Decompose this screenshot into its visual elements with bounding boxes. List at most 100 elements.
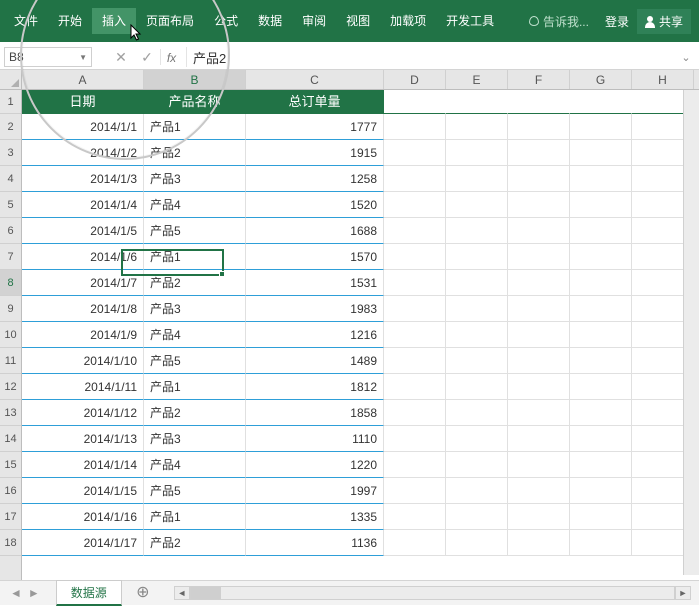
row-header-13[interactable]: 13 — [0, 400, 21, 426]
tab-加载项[interactable]: 加载项 — [380, 8, 436, 34]
cell-D5[interactable] — [384, 192, 446, 218]
cell-D11[interactable] — [384, 348, 446, 374]
cell-D10[interactable] — [384, 322, 446, 348]
cell-F14[interactable] — [508, 426, 570, 452]
cell-E14[interactable] — [446, 426, 508, 452]
row-header-12[interactable]: 12 — [0, 374, 21, 400]
cell-E5[interactable] — [446, 192, 508, 218]
row-header-18[interactable]: 18 — [0, 530, 21, 556]
login-button[interactable]: 登录 — [597, 13, 637, 30]
row-header-4[interactable]: 4 — [0, 166, 21, 192]
tab-公式[interactable]: 公式 — [204, 8, 248, 34]
cell-B18[interactable]: 产品2 — [144, 530, 246, 556]
cell-E16[interactable] — [446, 478, 508, 504]
cell-B12[interactable]: 产品1 — [144, 374, 246, 400]
cell-D3[interactable] — [384, 140, 446, 166]
col-header-B[interactable]: B — [144, 70, 246, 89]
cell-B16[interactable]: 产品5 — [144, 478, 246, 504]
cell-B8[interactable]: 产品2 — [144, 270, 246, 296]
cell-B9[interactable]: 产品3 — [144, 296, 246, 322]
cell-D13[interactable] — [384, 400, 446, 426]
row-header-11[interactable]: 11 — [0, 348, 21, 374]
tab-数据[interactable]: 数据 — [248, 8, 292, 34]
header-cell-C[interactable]: 总订单量 — [246, 90, 384, 114]
new-sheet-button[interactable]: ⊕ — [132, 582, 154, 604]
row-header-5[interactable]: 5 — [0, 192, 21, 218]
tab-审阅[interactable]: 审阅 — [292, 8, 336, 34]
cell-G9[interactable] — [570, 296, 632, 322]
cell-B13[interactable]: 产品2 — [144, 400, 246, 426]
sheet-tab-active[interactable]: 数据源 — [56, 580, 122, 606]
col-header-A[interactable]: A — [22, 70, 144, 89]
cell-C15[interactable]: 1220 — [246, 452, 384, 478]
header-cell-B[interactable]: 产品名称 — [144, 90, 246, 114]
cell-C4[interactable]: 1258 — [246, 166, 384, 192]
cell-G8[interactable] — [570, 270, 632, 296]
cell-A8[interactable]: 2014/1/7 — [22, 270, 144, 296]
cell-C17[interactable]: 1335 — [246, 504, 384, 530]
cell-F3[interactable] — [508, 140, 570, 166]
cell-F18[interactable] — [508, 530, 570, 556]
cell-A16[interactable]: 2014/1/15 — [22, 478, 144, 504]
share-button[interactable]: 共享 — [637, 9, 691, 34]
row-header-15[interactable]: 15 — [0, 452, 21, 478]
row-header-2[interactable]: 2 — [0, 114, 21, 140]
cell-A13[interactable]: 2014/1/12 — [22, 400, 144, 426]
cell-D2[interactable] — [384, 114, 446, 140]
cell-A17[interactable]: 2014/1/16 — [22, 504, 144, 530]
tab-视图[interactable]: 视图 — [336, 8, 380, 34]
tab-开始[interactable]: 开始 — [48, 8, 92, 34]
cell-B14[interactable]: 产品3 — [144, 426, 246, 452]
tab-file[interactable]: 文件 — [4, 8, 48, 34]
cell-C7[interactable]: 1570 — [246, 244, 384, 270]
cell-E2[interactable] — [446, 114, 508, 140]
col-header-F[interactable]: F — [508, 70, 570, 89]
worksheet-grid[interactable]: ABCDEFGH 123456789101112131415161718 日期产… — [0, 70, 699, 580]
cell-G2[interactable] — [570, 114, 632, 140]
cell-G15[interactable] — [570, 452, 632, 478]
tab-开发工具[interactable]: 开发工具 — [436, 8, 504, 34]
cell-C6[interactable]: 1688 — [246, 218, 384, 244]
hscroll-left-icon[interactable]: ◄ — [174, 586, 190, 600]
cell-B4[interactable]: 产品3 — [144, 166, 246, 192]
cell-F7[interactable] — [508, 244, 570, 270]
cell-D7[interactable] — [384, 244, 446, 270]
vertical-scrollbar[interactable] — [683, 90, 699, 575]
col-header-G[interactable]: G — [570, 70, 632, 89]
cell-F11[interactable] — [508, 348, 570, 374]
cell-C14[interactable]: 1110 — [246, 426, 384, 452]
cell-C16[interactable]: 1997 — [246, 478, 384, 504]
cell-C2[interactable]: 1777 — [246, 114, 384, 140]
cell-G3[interactable] — [570, 140, 632, 166]
cell-D14[interactable] — [384, 426, 446, 452]
cell-A7[interactable]: 2014/1/6 — [22, 244, 144, 270]
cell-D18[interactable] — [384, 530, 446, 556]
cell-F4[interactable] — [508, 166, 570, 192]
cell-A2[interactable]: 2014/1/1 — [22, 114, 144, 140]
cell-B10[interactable]: 产品4 — [144, 322, 246, 348]
cell-E18[interactable] — [446, 530, 508, 556]
name-box[interactable]: B8 ▼ — [4, 47, 92, 67]
cell-D17[interactable] — [384, 504, 446, 530]
cell-E11[interactable] — [446, 348, 508, 374]
cell-F5[interactable] — [508, 192, 570, 218]
cell-E12[interactable] — [446, 374, 508, 400]
cell-A4[interactable]: 2014/1/3 — [22, 166, 144, 192]
cell-D4[interactable] — [384, 166, 446, 192]
cell-G17[interactable] — [570, 504, 632, 530]
cell-A3[interactable]: 2014/1/2 — [22, 140, 144, 166]
cell-A14[interactable]: 2014/1/13 — [22, 426, 144, 452]
cell-F10[interactable] — [508, 322, 570, 348]
col-header-C[interactable]: C — [246, 70, 384, 89]
formula-input[interactable] — [186, 47, 677, 67]
cell-B11[interactable]: 产品5 — [144, 348, 246, 374]
cell-E3[interactable] — [446, 140, 508, 166]
cell-D9[interactable] — [384, 296, 446, 322]
header-cell-D[interactable] — [384, 90, 446, 114]
cell-B3[interactable]: 产品2 — [144, 140, 246, 166]
row-headers[interactable]: 123456789101112131415161718 — [0, 90, 22, 580]
insert-function-button[interactable]: fx — [160, 49, 186, 65]
cell-A5[interactable]: 2014/1/4 — [22, 192, 144, 218]
cell-C13[interactable]: 1858 — [246, 400, 384, 426]
cell-F2[interactable] — [508, 114, 570, 140]
